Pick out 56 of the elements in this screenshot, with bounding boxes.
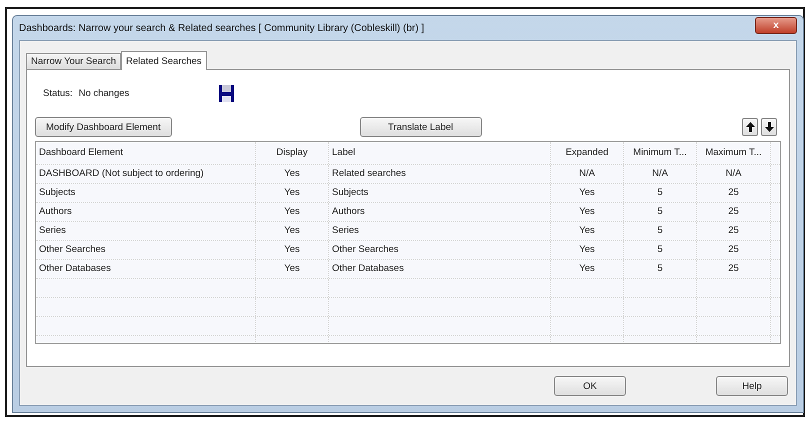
column-header[interactable]: Display: [256, 142, 329, 164]
table-cell: Authors: [36, 203, 256, 221]
table-cell: 25: [697, 184, 771, 202]
table-cell: Related searches: [329, 165, 551, 183]
column-header[interactable]: Maximum T...: [697, 142, 771, 164]
table-cell: Series: [329, 222, 551, 240]
table-cell: Yes: [551, 241, 624, 259]
table-cell: N/A: [624, 165, 697, 183]
table-cell: Yes: [551, 203, 624, 221]
table-cell: Yes: [551, 184, 624, 202]
tab[interactable]: Narrow Your Search: [26, 53, 122, 69]
table-cell: Yes: [256, 165, 329, 183]
table-cell: 5: [624, 222, 697, 240]
table-cell: 25: [697, 222, 771, 240]
table-cell: 25: [697, 260, 771, 278]
table-cell: Yes: [551, 260, 624, 278]
table-cell: N/A: [551, 165, 624, 183]
status-label: Status:: [43, 88, 73, 98]
move-down-button[interactable]: [761, 118, 777, 136]
table-cell: Other Searches: [329, 241, 551, 259]
table-cell: 25: [697, 241, 771, 259]
column-header[interactable]: Dashboard Element: [36, 142, 256, 164]
table-cell: Subjects: [329, 184, 551, 202]
table-cell: Yes: [256, 184, 329, 202]
table-cell: Series: [36, 222, 256, 240]
table-cell: 5: [624, 203, 697, 221]
status-value: No changes: [78, 88, 130, 98]
table-cell: Other Searches: [36, 241, 256, 259]
translate-label-button[interactable]: Translate Label: [360, 117, 482, 137]
table-cell: Yes: [256, 241, 329, 259]
table-cell: Yes: [256, 260, 329, 278]
close-button[interactable]: x: [755, 16, 797, 34]
modify-dashboard-element-button[interactable]: Modify Dashboard Element: [35, 117, 172, 137]
table-cell: Yes: [256, 203, 329, 221]
table-cell: Other Databases: [36, 260, 256, 278]
up-arrow-icon: [746, 122, 754, 132]
table-cell: Authors: [329, 203, 551, 221]
table-cell: 25: [697, 203, 771, 221]
table-cell: Yes: [256, 222, 329, 240]
table-cell: DASHBOARD (Not subject to ordering): [36, 165, 256, 183]
move-up-button[interactable]: [742, 118, 758, 136]
column-header[interactable]: Minimum T...: [624, 142, 697, 164]
table-cell: Subjects: [36, 184, 256, 202]
dialog-button[interactable]: OK: [554, 376, 626, 396]
table-cell: Other Databases: [329, 260, 551, 278]
column-header[interactable]: Expanded: [551, 142, 624, 164]
dialog-button[interactable]: Help: [716, 376, 788, 396]
table-cell: 5: [624, 184, 697, 202]
table-cell: Yes: [551, 222, 624, 240]
column-header[interactable]: Label: [329, 142, 551, 164]
tab[interactable]: Related Searches: [121, 51, 207, 70]
table-cell: 5: [624, 260, 697, 278]
table-cell: N/A: [697, 165, 771, 183]
window-title: Dashboards: Narrow your search & Related searches [ Community Library (Cobleskill) (br) ]: [19, 22, 424, 34]
table-cell: 5: [624, 241, 697, 259]
down-arrow-icon: [764, 122, 774, 132]
